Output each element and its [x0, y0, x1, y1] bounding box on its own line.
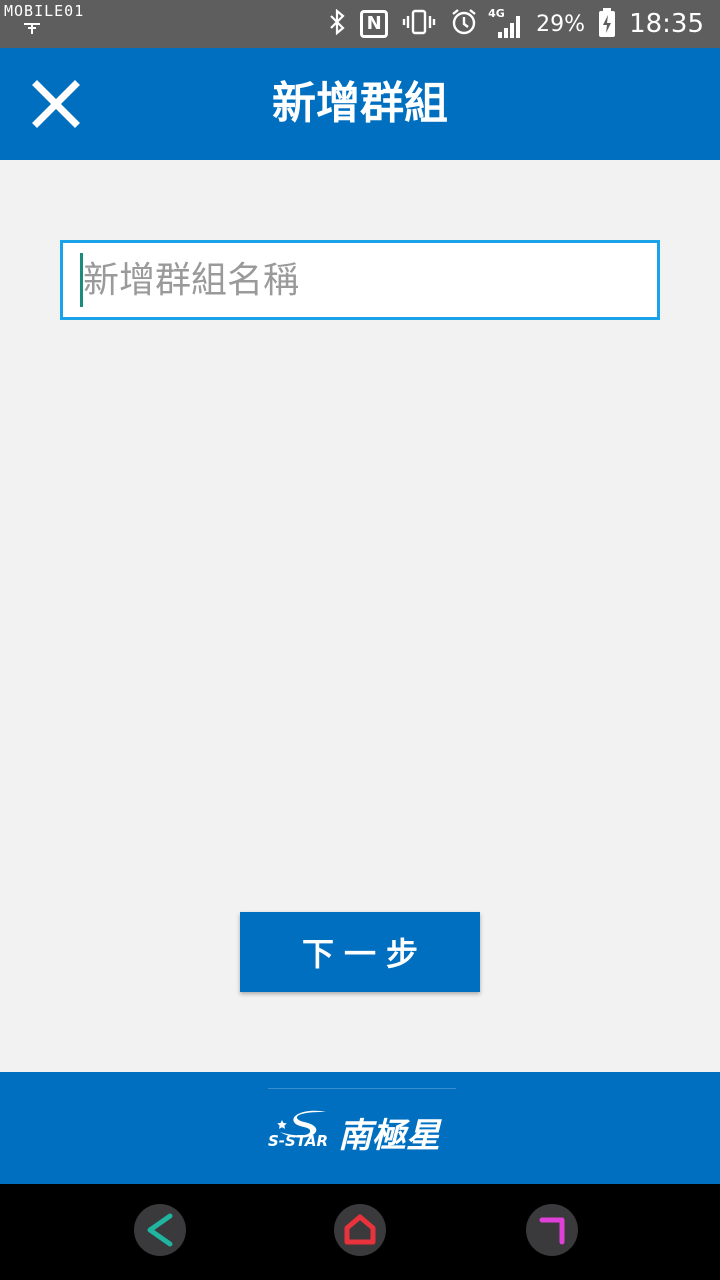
recents-icon: [539, 1217, 565, 1245]
battery-percent: 29%: [536, 11, 586, 37]
back-icon: [147, 1213, 173, 1247]
battery-charging-icon: [599, 8, 616, 37]
alarm-icon: [450, 8, 478, 41]
group-name-field[interactable]: [60, 240, 660, 320]
signal-icon: 4G: [488, 8, 522, 38]
nav-home-button[interactable]: [334, 1204, 386, 1256]
status-icons: N 4G 29% 18:35: [328, 0, 704, 48]
page-title: 新增群組: [272, 78, 448, 129]
brand-chinese-name: 南極星: [338, 1116, 440, 1156]
footer: S-STAR 南極星: [0, 1072, 720, 1184]
status-bar: MOBILE01 N 4G 29% 18:35: [0, 0, 720, 48]
next-step-button[interactable]: 下一步: [240, 912, 480, 992]
footer-divider: [268, 1088, 456, 1089]
home-icon: [344, 1214, 376, 1245]
nfc-icon: N: [360, 10, 389, 38]
bluetooth-icon: [328, 8, 346, 40]
group-name-input[interactable]: [83, 243, 653, 317]
nav-back-button[interactable]: [134, 1204, 186, 1256]
clock: 18:35: [629, 9, 704, 39]
nav-recents-button[interactable]: [526, 1204, 578, 1256]
usb-debug-icon: [22, 20, 42, 41]
watermark-text: MOBILE01: [4, 2, 85, 20]
brand-logo: S-STAR 南極星: [268, 1108, 468, 1158]
app-bar: 新增群組: [0, 48, 720, 160]
navigation-bar: [0, 1184, 720, 1280]
brand-english-name: S-STAR: [268, 1132, 329, 1150]
vibrate-icon: [402, 9, 436, 40]
